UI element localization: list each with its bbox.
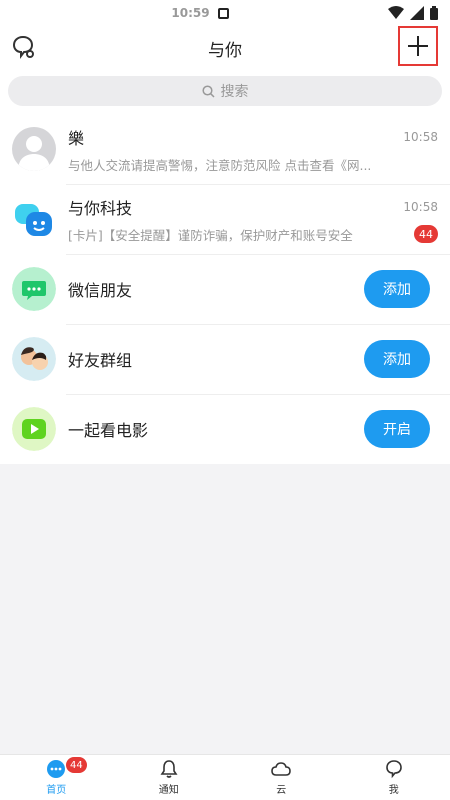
- app-label: 微信朋友: [68, 281, 133, 300]
- search-input[interactable]: 搜索: [8, 76, 442, 106]
- conversation-time: 10:58: [403, 129, 438, 144]
- app-item-friend-groups[interactable]: 好友群组 添加: [0, 324, 450, 394]
- search-bar-container: 搜索: [0, 70, 450, 114]
- add-wechat-friends-button[interactable]: 添加: [364, 270, 430, 308]
- enable-watch-movie-button[interactable]: 开启: [364, 410, 430, 448]
- bell-icon: [160, 760, 178, 778]
- brand-logo-icon: [12, 197, 56, 241]
- status-time: 10:59: [171, 6, 210, 20]
- tab-label: 通知: [158, 785, 179, 796]
- unread-badge: 44: [414, 225, 438, 243]
- search-placeholder: 搜索: [220, 84, 249, 100]
- conversation-preview: 与他人交流请提高警惕，注意防范风险 点击查看《网...: [68, 157, 372, 173]
- tab-label: 首页: [46, 785, 67, 796]
- conversation-item[interactable]: 樂 10:58 与他人交流请提高警惕，注意防范风险 点击查看《网...: [0, 114, 450, 184]
- conversation-item[interactable]: 与你科技 10:58 [卡片]【安全提醒】谨防诈骗，保护财产和账号安全 44: [0, 184, 450, 254]
- cloud-icon: [271, 762, 292, 776]
- default-avatar-icon: [12, 127, 56, 171]
- video-play-icon: [12, 407, 56, 451]
- conversation-name: 与你科技: [68, 198, 133, 218]
- home-chat-icon: [47, 760, 66, 778]
- battery-icon: [429, 6, 438, 20]
- tab-me[interactable]: 我: [338, 755, 450, 800]
- search-icon: [201, 84, 215, 98]
- conversation-name: 樂: [68, 128, 85, 148]
- tab-home[interactable]: 首页 44: [0, 755, 113, 800]
- app-item-wechat-friends[interactable]: 微信朋友 添加: [0, 254, 450, 324]
- chat-bot-icon[interactable]: [10, 34, 36, 60]
- profile-icon: [385, 760, 402, 779]
- page-title: 与你: [208, 40, 242, 61]
- status-bar: 10:59: [0, 0, 450, 26]
- status-icons: [387, 6, 438, 20]
- signal-icon: [409, 6, 424, 20]
- wifi-icon: [387, 6, 404, 19]
- app-header: 与你: [0, 26, 450, 70]
- add-friend-groups-button[interactable]: 添加: [364, 340, 430, 378]
- chat-list: 樂 10:58 与他人交流请提高警惕，注意防范风险 点击查看《网... 与你科技…: [0, 114, 450, 464]
- group-icon: [12, 337, 56, 381]
- add-button[interactable]: [398, 26, 438, 66]
- wechat-icon: [12, 267, 56, 311]
- plus-icon: [408, 36, 428, 56]
- tab-badge: 44: [66, 757, 87, 773]
- notification-icon: [217, 7, 229, 19]
- app-item-watch-movie[interactable]: 一起看电影 开启: [0, 394, 450, 464]
- bottom-tab-bar: 首页 44 通知 云 我: [0, 754, 450, 800]
- conversation-time: 10:58: [403, 199, 438, 214]
- app-label: 好友群组: [68, 351, 133, 370]
- tab-notifications[interactable]: 通知: [113, 755, 226, 800]
- tab-cloud[interactable]: 云: [225, 755, 338, 800]
- app-label: 一起看电影: [68, 421, 149, 440]
- conversation-preview: [卡片]【安全提醒】谨防诈骗，保护财产和账号安全: [68, 227, 353, 243]
- tab-label: 我: [388, 785, 399, 796]
- tab-label: 云: [276, 785, 287, 796]
